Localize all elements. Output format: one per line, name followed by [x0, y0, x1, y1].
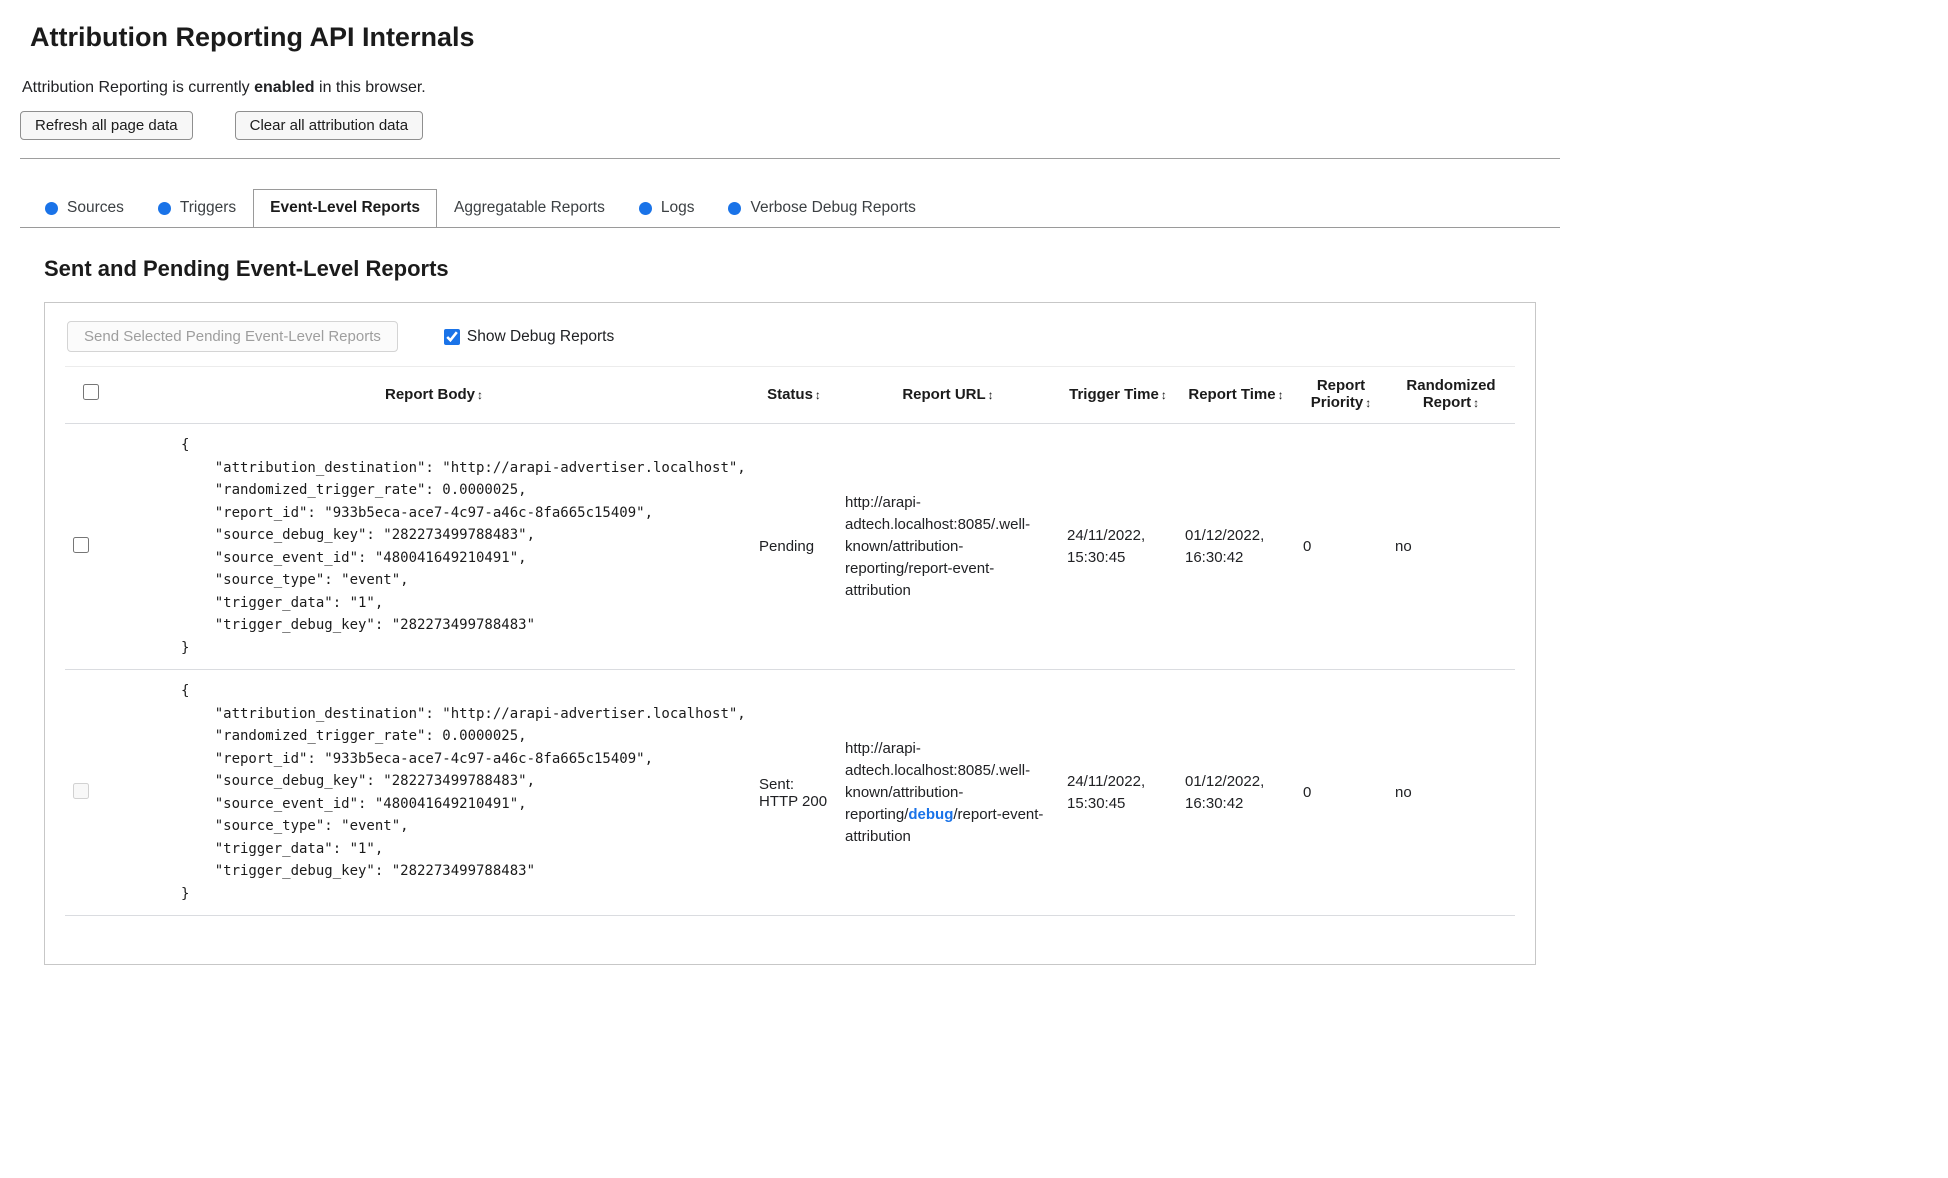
column-header-report-time[interactable]: Report Time ↕: [1177, 366, 1295, 424]
randomized-report-cell: no: [1387, 423, 1515, 670]
tab-label: Event-Level Reports: [270, 199, 421, 216]
tab-verbose-debug-reports[interactable]: Verbose Debug Reports: [711, 189, 932, 228]
report-priority-cell: 0: [1295, 669, 1387, 916]
sort-icon: ↕: [1160, 387, 1167, 402]
status-line: Attribution Reporting is currently enabl…: [22, 79, 1560, 97]
show-debug-reports-toggle[interactable]: Show Debug Reports: [443, 327, 615, 346]
column-header-label: Report Priority: [1310, 377, 1366, 411]
top-divider: [20, 158, 1560, 159]
report-row-sent: { "attribution_destination": "http://ara…: [65, 669, 1515, 916]
toolbar: Refresh all page data Clear all attribut…: [20, 111, 1560, 140]
select-all-header: [65, 366, 117, 424]
attribution-internals-page: Attribution Reporting API Internals Attr…: [0, 0, 1580, 1005]
report-body-cell: { "attribution_destination": "http://ara…: [117, 423, 751, 670]
tab-logs[interactable]: Logs: [622, 189, 712, 228]
section-heading: Sent and Pending Event-Level Reports: [44, 256, 449, 281]
refresh-all-button[interactable]: Refresh all page data: [20, 111, 193, 140]
debug-highlight: debug: [908, 805, 954, 823]
sort-icon: ↕: [814, 387, 821, 402]
sort-icon: ↕: [1277, 387, 1284, 402]
report-url-cell: http://arapi-adtech.localhost:8085/.well…: [837, 669, 1059, 916]
blue-dot-icon: [157, 201, 171, 215]
blue-dot-icon: [45, 201, 58, 215]
column-header-label: Report URL: [902, 385, 986, 403]
column-header-label: Report Body: [385, 385, 475, 403]
column-header-report-url[interactable]: Report URL ↕: [837, 366, 1059, 424]
row-select-cell: [65, 669, 117, 916]
report-body-json: { "attribution_destination": "http://ara…: [181, 437, 746, 656]
table-footer-spacer: [65, 915, 1515, 930]
trigger-time-cell: 24/11/2022, 15:30:45: [1059, 669, 1177, 916]
reports-panel: Send Selected Pending Event-Level Report…: [44, 302, 1536, 965]
column-header-status[interactable]: Status ↕: [751, 366, 837, 424]
column-header-label: Status: [767, 385, 813, 403]
report-body-json: { "attribution_destination": "http://ara…: [181, 683, 746, 902]
event-level-reports-table: Report Body ↕ Status ↕ Report URL ↕ Trigger…: [65, 366, 1515, 930]
show-debug-reports-checkbox[interactable]: [443, 328, 460, 345]
tabstrip: Sources Triggers Event-Level Reports Agg…: [20, 189, 1560, 228]
status-cell: Sent: HTTP 200: [751, 669, 837, 916]
report-time-cell: 01/12/2022, 16:30:42: [1177, 423, 1295, 670]
tab-label: Aggregatable Reports: [454, 199, 605, 216]
row-select-checkbox[interactable]: [73, 536, 89, 553]
sort-icon: ↕: [477, 387, 483, 402]
select-all-checkbox[interactable]: [83, 384, 99, 400]
blue-dot-icon: [638, 201, 652, 215]
column-header-label: Report Time: [1188, 385, 1276, 403]
tab-label: Sources: [67, 199, 124, 216]
tab-triggers[interactable]: Triggers: [141, 189, 253, 228]
send-selected-reports-button: Send Selected Pending Event-Level Report…: [67, 321, 398, 352]
report-time-cell: 01/12/2022, 16:30:42: [1177, 669, 1295, 916]
column-header-trigger-time[interactable]: Trigger Time ↕: [1059, 366, 1177, 424]
blue-dot-icon: [728, 201, 742, 215]
report-body-cell: { "attribution_destination": "http://ara…: [117, 669, 751, 916]
clear-all-button[interactable]: Clear all attribution data: [234, 111, 424, 140]
column-header-label: Trigger Time: [1069, 385, 1159, 403]
tab-label: Triggers: [179, 199, 237, 216]
tab-event-level-reports[interactable]: Event-Level Reports: [253, 189, 438, 228]
report-priority-cell: 0: [1295, 423, 1387, 670]
randomized-report-cell: no: [1387, 669, 1515, 916]
sort-icon: ↕: [987, 387, 994, 402]
show-debug-reports-label: Show Debug Reports: [466, 327, 615, 345]
tab-sources[interactable]: Sources: [28, 189, 141, 228]
status-suffix: in this browser.: [314, 79, 426, 96]
page-title: Attribution Reporting API Internals: [30, 22, 475, 52]
report-row-pending: { "attribution_destination": "http://ara…: [65, 423, 1515, 670]
report-url-text: http://arapi-adtech.localhost:8085/.well…: [845, 493, 1031, 599]
sort-icon: ↕: [1365, 396, 1372, 410]
report-url-cell: http://arapi-adtech.localhost:8085/.well…: [837, 423, 1059, 670]
report-controls: Send Selected Pending Event-Level Report…: [45, 321, 1535, 366]
column-header-label: Randomized Report: [1406, 377, 1496, 411]
trigger-time-cell: 24/11/2022, 15:30:45: [1059, 423, 1177, 670]
row-select-cell: [65, 423, 117, 670]
tab-label: Logs: [660, 199, 695, 216]
column-header-report-priority[interactable]: Report Priority ↕: [1295, 366, 1387, 424]
sort-icon: ↕: [1473, 396, 1480, 410]
status-cell: Pending: [751, 423, 837, 670]
table-header-row: Report Body ↕ Status ↕ Report URL ↕ Trigger…: [65, 366, 1515, 424]
tab-aggregatable-reports[interactable]: Aggregatable Reports: [437, 189, 622, 228]
column-header-report-body[interactable]: Report Body ↕: [117, 366, 751, 424]
tab-label: Verbose Debug Reports: [750, 199, 916, 216]
column-header-randomized-report[interactable]: Randomized Report ↕: [1387, 366, 1515, 424]
row-select-checkbox-disabled: [73, 782, 89, 799]
status-prefix: Attribution Reporting is currently: [22, 79, 255, 96]
status-enabled-text: enabled: [254, 79, 315, 96]
